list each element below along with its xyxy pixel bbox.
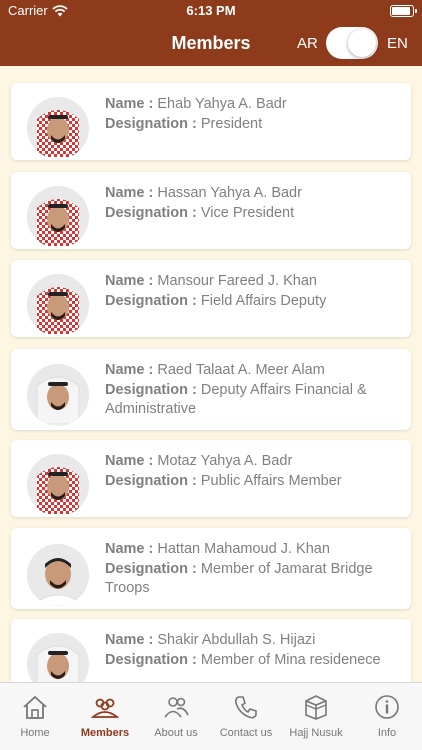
- member-designation-row: Designation : Field Affairs Deputy: [105, 292, 399, 311]
- designation-label: Designation :: [105, 205, 197, 221]
- member-info: Name : Motaz Yahya A. Badr Designation :…: [105, 452, 399, 492]
- tab-info[interactable]: Info: [352, 683, 422, 750]
- tab-label: Contact us: [219, 727, 273, 739]
- tab-label: Home: [20, 727, 50, 739]
- member-info: Name : Mansour Fareed J. Khan Designatio…: [105, 272, 399, 312]
- member-name-row: Name : Hassan Yahya A. Badr: [105, 184, 399, 203]
- member-avatar: [27, 274, 89, 336]
- designation-label: Designation :: [105, 293, 197, 309]
- nav-bar: Members AR EN: [0, 22, 422, 66]
- member-avatar: [27, 633, 89, 682]
- designation-label: Designation :: [105, 116, 197, 132]
- member-info: Name : Raed Talaat A. Meer Alam Designat…: [105, 361, 399, 420]
- language-ar-label: AR: [297, 35, 318, 52]
- name-label: Name :: [105, 362, 154, 378]
- member-name: Mansour Fareed J. Khan: [157, 273, 317, 289]
- name-label: Name :: [105, 453, 154, 469]
- battery-icon: [390, 5, 417, 17]
- member-card[interactable]: Name : Shakir Abdullah S. Hijazi Designa…: [11, 619, 411, 682]
- kaaba-icon: [305, 695, 327, 720]
- member-card[interactable]: Name : Hattan Mahamoud J. Khan Designati…: [11, 528, 411, 609]
- member-designation: President: [200, 116, 263, 132]
- designation-label: Designation :: [105, 473, 197, 489]
- name-label: Name :: [105, 185, 154, 201]
- name-label: Name :: [105, 96, 154, 112]
- member-name: Hattan Mahamoud J. Khan: [157, 541, 330, 557]
- member-designation-row: Designation : Deputy Affairs Financial &…: [105, 381, 399, 419]
- designation-label: Designation :: [105, 652, 197, 668]
- tab-contact-us[interactable]: Contact us: [211, 683, 281, 750]
- member-designation: Public Affairs Member: [200, 473, 342, 489]
- home-icon: [23, 695, 47, 719]
- name-label: Name :: [105, 541, 154, 557]
- tab-bar: Home Members About us Contact us Hajj Nu…: [0, 682, 422, 750]
- member-info: Name : Hattan Mahamoud J. Khan Designati…: [105, 540, 399, 599]
- member-card[interactable]: Name : Mansour Fareed J. Khan Designatio…: [11, 260, 411, 337]
- member-info: Name : Ehab Yahya A. Badr Designation : …: [105, 95, 399, 135]
- member-card[interactable]: Name : Hassan Yahya A. Badr Designation …: [11, 172, 411, 249]
- member-name-row: Name : Ehab Yahya A. Badr: [105, 95, 399, 114]
- member-avatar: [27, 544, 89, 606]
- member-designation-row: Designation : Vice President: [105, 204, 399, 223]
- battery-level: [392, 7, 410, 15]
- member-designation: Vice President: [200, 205, 295, 221]
- member-name: Raed Talaat A. Meer Alam: [157, 362, 325, 378]
- member-designation-row: Designation : Public Affairs Member: [105, 472, 399, 491]
- member-designation: Field Affairs Deputy: [200, 293, 327, 309]
- tab-hajj-nusuk[interactable]: Hajj Nusuk: [281, 683, 351, 750]
- name-label: Name :: [105, 632, 154, 648]
- member-designation-row: Designation : Member of Mina residenece: [105, 651, 399, 670]
- member-designation: Member of Mina residenece: [200, 652, 381, 668]
- member-card[interactable]: Name : Raed Talaat A. Meer Alam Designat…: [11, 349, 411, 430]
- members-icon: [91, 698, 119, 718]
- tab-label: Members: [80, 727, 130, 739]
- info-icon: [375, 695, 399, 719]
- member-name-row: Name : Hattan Mahamoud J. Khan: [105, 540, 399, 559]
- members-list[interactable]: Name : Ehab Yahya A. Badr Designation : …: [0, 66, 422, 682]
- designation-label: Designation :: [105, 561, 197, 577]
- clock: 6:13 PM: [186, 3, 236, 18]
- member-name-row: Name : Mansour Fareed J. Khan: [105, 272, 399, 291]
- tab-label: Hajj Nusuk: [289, 727, 343, 739]
- member-name: Shakir Abdullah S. Hijazi: [157, 632, 316, 648]
- designation-label: Designation :: [105, 382, 197, 398]
- member-card[interactable]: Name : Motaz Yahya A. Badr Designation :…: [11, 440, 411, 517]
- status-bar: Carrier 6:13 PM: [0, 0, 422, 22]
- tab-label: Info: [377, 727, 397, 739]
- tab-home[interactable]: Home: [0, 683, 70, 750]
- member-avatar: [27, 454, 89, 516]
- member-avatar: [27, 364, 89, 426]
- language-en-label: EN: [387, 35, 408, 52]
- tab-members[interactable]: Members: [70, 683, 140, 750]
- language-toggle[interactable]: [326, 27, 378, 59]
- member-name: Hassan Yahya A. Badr: [157, 185, 302, 201]
- member-info: Name : Shakir Abdullah S. Hijazi Designa…: [105, 631, 399, 671]
- name-label: Name :: [105, 273, 154, 289]
- member-name: Ehab Yahya A. Badr: [157, 96, 287, 112]
- member-avatar: [27, 97, 89, 159]
- member-info: Name : Hassan Yahya A. Badr Designation …: [105, 184, 399, 224]
- toggle-knob: [348, 29, 376, 57]
- member-name: Motaz Yahya A. Badr: [157, 453, 293, 469]
- member-avatar: [27, 186, 89, 248]
- member-card[interactable]: Name : Ehab Yahya A. Badr Designation : …: [11, 83, 411, 160]
- tab-about-us[interactable]: About us: [141, 683, 211, 750]
- member-name-row: Name : Raed Talaat A. Meer Alam: [105, 361, 399, 380]
- about-us-icon: [164, 697, 189, 718]
- member-designation-row: Designation : Member of Jamarat Bridge T…: [105, 560, 399, 598]
- member-name-row: Name : Shakir Abdullah S. Hijazi: [105, 631, 399, 650]
- member-designation-row: Designation : President: [105, 115, 399, 134]
- tab-label: About us: [154, 727, 198, 739]
- phone-icon: [235, 696, 257, 719]
- member-name-row: Name : Motaz Yahya A. Badr: [105, 452, 399, 471]
